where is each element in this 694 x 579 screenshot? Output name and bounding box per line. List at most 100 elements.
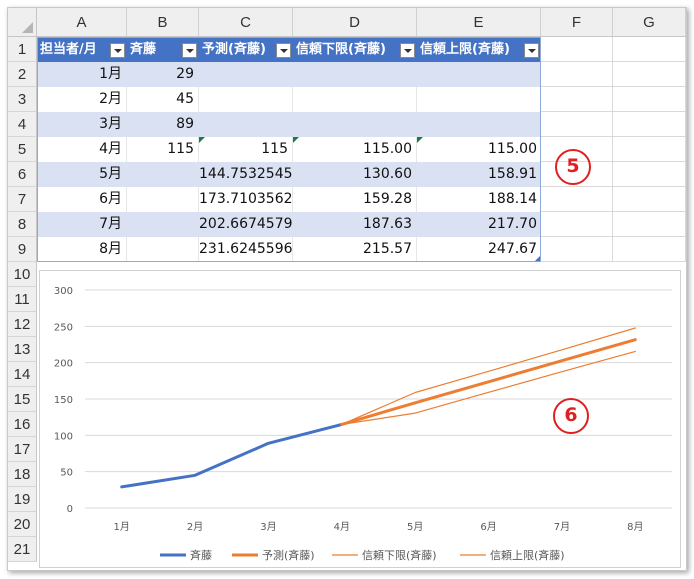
- cell[interactable]: [541, 187, 613, 212]
- cell[interactable]: [541, 87, 613, 112]
- filter-dropdown-icon[interactable]: [110, 43, 125, 58]
- cell[interactable]: [541, 237, 613, 262]
- cell[interactable]: [541, 37, 613, 62]
- row-header-8[interactable]: 8: [8, 212, 37, 237]
- table-cell-month[interactable]: 6月: [37, 187, 127, 212]
- column-header-e[interactable]: E: [417, 8, 541, 37]
- filter-dropdown-icon[interactable]: [400, 43, 415, 58]
- row-header-2[interactable]: 2: [8, 62, 37, 87]
- table-cell-forecast[interactable]: 202.6674579: [199, 212, 293, 237]
- table-cell-saito[interactable]: [127, 187, 199, 212]
- column-header-c[interactable]: C: [199, 8, 293, 37]
- table-cell-lower-bound[interactable]: [293, 87, 417, 112]
- table-cell-upper-bound[interactable]: [417, 87, 541, 112]
- table-cell-upper-bound[interactable]: 188.14: [417, 187, 541, 212]
- row-header-19[interactable]: 19: [8, 487, 37, 512]
- column-header-d[interactable]: D: [293, 8, 417, 37]
- row-header-7[interactable]: 7: [8, 187, 37, 212]
- table-cell-forecast[interactable]: 173.7103562: [199, 187, 293, 212]
- header-cell-lower-bound[interactable]: 信頼下限(斉藤): [293, 37, 417, 62]
- row-header-17[interactable]: 17: [8, 437, 37, 462]
- table-cell-month[interactable]: 8月: [37, 237, 127, 262]
- table-cell-upper-bound[interactable]: 247.67: [417, 237, 541, 262]
- table-resize-handle-icon[interactable]: [535, 256, 540, 261]
- table-cell-lower-bound[interactable]: 187.63: [293, 212, 417, 237]
- cell[interactable]: [613, 212, 686, 237]
- table-cell-upper-bound[interactable]: 217.70: [417, 212, 541, 237]
- table-cell-lower-bound[interactable]: [293, 112, 417, 137]
- column-header-f[interactable]: F: [541, 8, 613, 37]
- header-cell-person-month[interactable]: 担当者/月: [37, 37, 127, 62]
- cell[interactable]: [613, 112, 686, 137]
- row-header-5[interactable]: 5: [8, 137, 37, 162]
- row-header-15[interactable]: 15: [8, 387, 37, 412]
- row-header-13[interactable]: 13: [8, 337, 37, 362]
- header-cell-saito[interactable]: 斉藤: [127, 37, 199, 62]
- column-header-g[interactable]: G: [613, 8, 686, 37]
- cell[interactable]: [613, 237, 686, 262]
- header-cell-upper-bound[interactable]: 信頼上限(斉藤): [417, 37, 541, 62]
- table-cell-saito[interactable]: 89: [127, 112, 199, 137]
- table-cell-upper-bound[interactable]: [417, 112, 541, 137]
- cell[interactable]: [613, 37, 686, 62]
- row-header-11[interactable]: 11: [8, 287, 37, 312]
- table-cell-saito[interactable]: [127, 162, 199, 187]
- cell[interactable]: [613, 187, 686, 212]
- table-cell-saito[interactable]: 115: [127, 137, 199, 162]
- table-cell-upper-bound[interactable]: 158.91: [417, 162, 541, 187]
- filter-dropdown-icon[interactable]: [182, 43, 197, 58]
- column-header-b[interactable]: B: [127, 8, 199, 37]
- table-cell-lower-bound[interactable]: 115.00: [293, 137, 417, 162]
- cell[interactable]: [541, 62, 613, 87]
- table-cell-upper-bound[interactable]: [417, 62, 541, 87]
- table-cell-month[interactable]: 4月: [37, 137, 127, 162]
- table-cell-month[interactable]: 2月: [37, 87, 127, 112]
- row-header-3[interactable]: 3: [8, 87, 37, 112]
- table-cell-forecast[interactable]: [199, 62, 293, 87]
- table-cell-lower-bound[interactable]: 215.57: [293, 237, 417, 262]
- select-all-corner[interactable]: [8, 8, 37, 37]
- filter-dropdown-icon[interactable]: [276, 43, 291, 58]
- table-cell-forecast[interactable]: 115: [199, 137, 293, 162]
- row-header-20[interactable]: 20: [8, 512, 37, 537]
- table-cell-saito[interactable]: [127, 237, 199, 262]
- line-chart[interactable]: 0 50 100 150 200 250 300 1月 2月 3月 4月 5月 6月 7月 8月 斉藤 予測(斉…: [39, 270, 681, 568]
- x-tick-label: 4月: [334, 521, 350, 533]
- table-cell-lower-bound[interactable]: 159.28: [293, 187, 417, 212]
- row-header-9[interactable]: 9: [8, 237, 37, 262]
- filter-dropdown-icon[interactable]: [524, 43, 539, 58]
- series-line-0: [120, 422, 344, 489]
- table-cell-saito[interactable]: [127, 212, 199, 237]
- table-cell-lower-bound[interactable]: [293, 62, 417, 87]
- row-header-10[interactable]: 10: [8, 262, 37, 287]
- table-cell-forecast[interactable]: [199, 112, 293, 137]
- table-cell-saito[interactable]: 29: [127, 62, 199, 87]
- row-header-1[interactable]: 1: [8, 37, 37, 62]
- header-cell-forecast[interactable]: 予測(斉藤): [199, 37, 293, 62]
- cell[interactable]: [613, 162, 686, 187]
- table-cell-month[interactable]: 7月: [37, 212, 127, 237]
- cell[interactable]: [541, 112, 613, 137]
- table-cell-upper-bound[interactable]: 115.00: [417, 137, 541, 162]
- table-cell-lower-bound[interactable]: 130.60: [293, 162, 417, 187]
- table-cell-month[interactable]: 5月: [37, 162, 127, 187]
- table-cell-forecast[interactable]: 144.7532545: [199, 162, 293, 187]
- cell[interactable]: [613, 87, 686, 112]
- table-cell-month[interactable]: 3月: [37, 112, 127, 137]
- cell[interactable]: [541, 212, 613, 237]
- table-cell-forecast[interactable]: 231.6245596: [199, 237, 293, 262]
- table-cell-forecast[interactable]: [199, 87, 293, 112]
- row-header-18[interactable]: 18: [8, 462, 37, 487]
- table-cell-month[interactable]: 1月: [37, 62, 127, 87]
- cell[interactable]: [613, 62, 686, 87]
- row-header-21[interactable]: 21: [8, 537, 37, 562]
- row-header-14[interactable]: 14: [8, 362, 37, 387]
- row-header-6[interactable]: 6: [8, 162, 37, 187]
- table-cell-saito[interactable]: 45: [127, 87, 199, 112]
- cell[interactable]: [613, 137, 686, 162]
- column-header-a[interactable]: A: [37, 8, 127, 37]
- row-header-12[interactable]: 12: [8, 312, 37, 337]
- row-header-4[interactable]: 4: [8, 112, 37, 137]
- header-label: 予測(斉藤): [202, 42, 266, 57]
- row-header-16[interactable]: 16: [8, 412, 37, 437]
